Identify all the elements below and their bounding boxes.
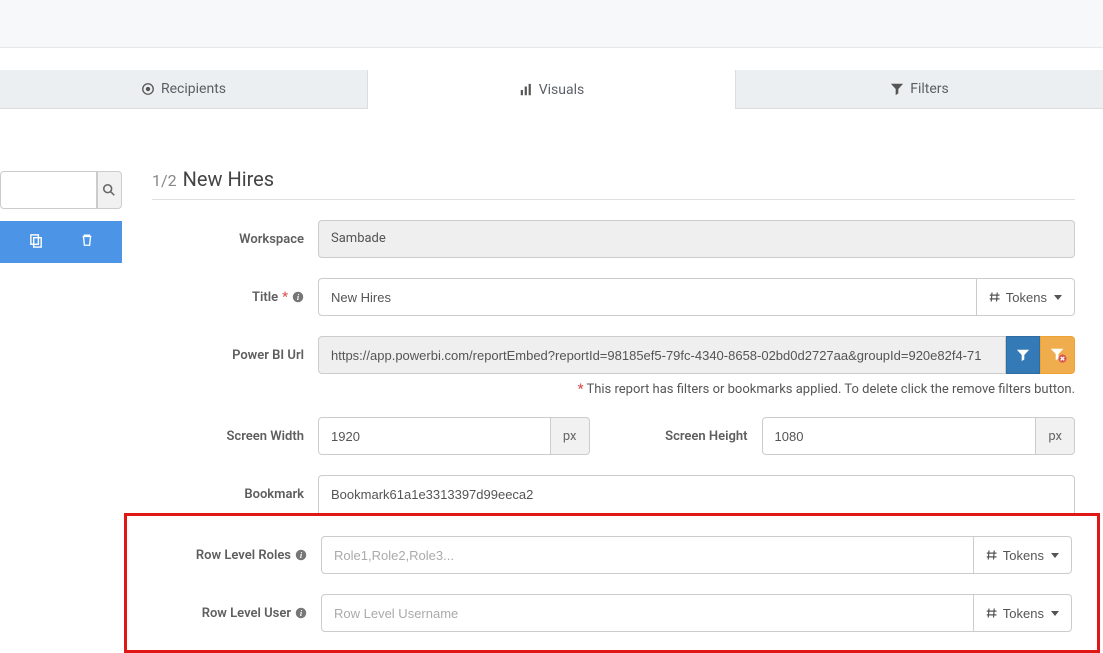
tokens-button-title[interactable]: Tokens [977, 278, 1075, 316]
tab-label: Visuals [539, 82, 585, 98]
section-header: 1/2 New Hires [152, 167, 1075, 200]
row-roles-input[interactable] [321, 536, 974, 574]
label-bookmark: Bookmark [152, 487, 304, 502]
powerbi-url-input[interactable] [318, 336, 1006, 374]
chevron-down-icon [1054, 295, 1062, 300]
label-screen-width: Screen Width [152, 429, 304, 444]
hash-icon [986, 549, 998, 561]
info-icon[interactable]: i [295, 549, 307, 561]
screen-width-input[interactable] [318, 417, 551, 455]
tab-label: Filters [910, 81, 949, 97]
remove-filter-button[interactable] [1040, 336, 1075, 374]
tokens-button-user[interactable]: Tokens [974, 594, 1072, 632]
title-input[interactable] [318, 278, 977, 316]
filter-remove-icon [1049, 346, 1067, 364]
tab-visuals[interactable]: Visuals [367, 70, 736, 109]
chevron-down-icon [1051, 553, 1059, 558]
section-title: New Hires [183, 167, 275, 191]
search-icon [102, 183, 116, 197]
filter-icon [890, 82, 904, 96]
copy-icon [29, 233, 44, 248]
label-row-user: Row Level User i [155, 606, 307, 621]
info-icon[interactable]: i [292, 291, 304, 303]
search-button[interactable] [97, 171, 123, 209]
tab-label: Recipients [161, 81, 226, 97]
filter-button[interactable] [1006, 336, 1041, 374]
item-toolbar [0, 221, 122, 263]
chevron-down-icon [1051, 611, 1059, 616]
delete-button[interactable] [80, 233, 94, 251]
chart-icon [519, 83, 533, 97]
search-input[interactable] [0, 171, 97, 209]
label-powerbi-url: Power BI Url [152, 348, 304, 363]
unit-px: px [1036, 417, 1075, 455]
tokens-button-roles[interactable]: Tokens [974, 536, 1072, 574]
highlight-box: Row Level Roles i Tokens Row Level User … [124, 513, 1100, 653]
top-bar [0, 0, 1103, 48]
tab-bar: Recipients Visuals Filters [0, 70, 1103, 109]
row-user-input[interactable] [321, 594, 974, 632]
label-screen-height: Screen Height [638, 429, 748, 444]
unit-px: px [551, 417, 590, 455]
label-workspace: Workspace [152, 232, 304, 247]
hash-icon [989, 291, 1001, 303]
screen-height-input[interactable] [762, 417, 1037, 455]
tab-filters[interactable]: Filters [736, 70, 1103, 108]
copy-button[interactable] [29, 233, 44, 252]
bookmark-input[interactable] [318, 475, 1075, 513]
target-icon [141, 82, 155, 96]
trash-icon [80, 233, 94, 247]
hash-icon [986, 607, 998, 619]
section-index: 1/2 [152, 171, 177, 190]
info-icon[interactable]: i [295, 607, 307, 619]
label-row-roles: Row Level Roles i [155, 548, 307, 563]
label-title: Title* i [152, 290, 304, 305]
filter-icon [1016, 348, 1030, 362]
filter-note: * This report has filters or bookmarks a… [152, 382, 1075, 397]
tab-recipients[interactable]: Recipients [0, 70, 367, 108]
workspace-field: Sambade [318, 220, 1075, 258]
